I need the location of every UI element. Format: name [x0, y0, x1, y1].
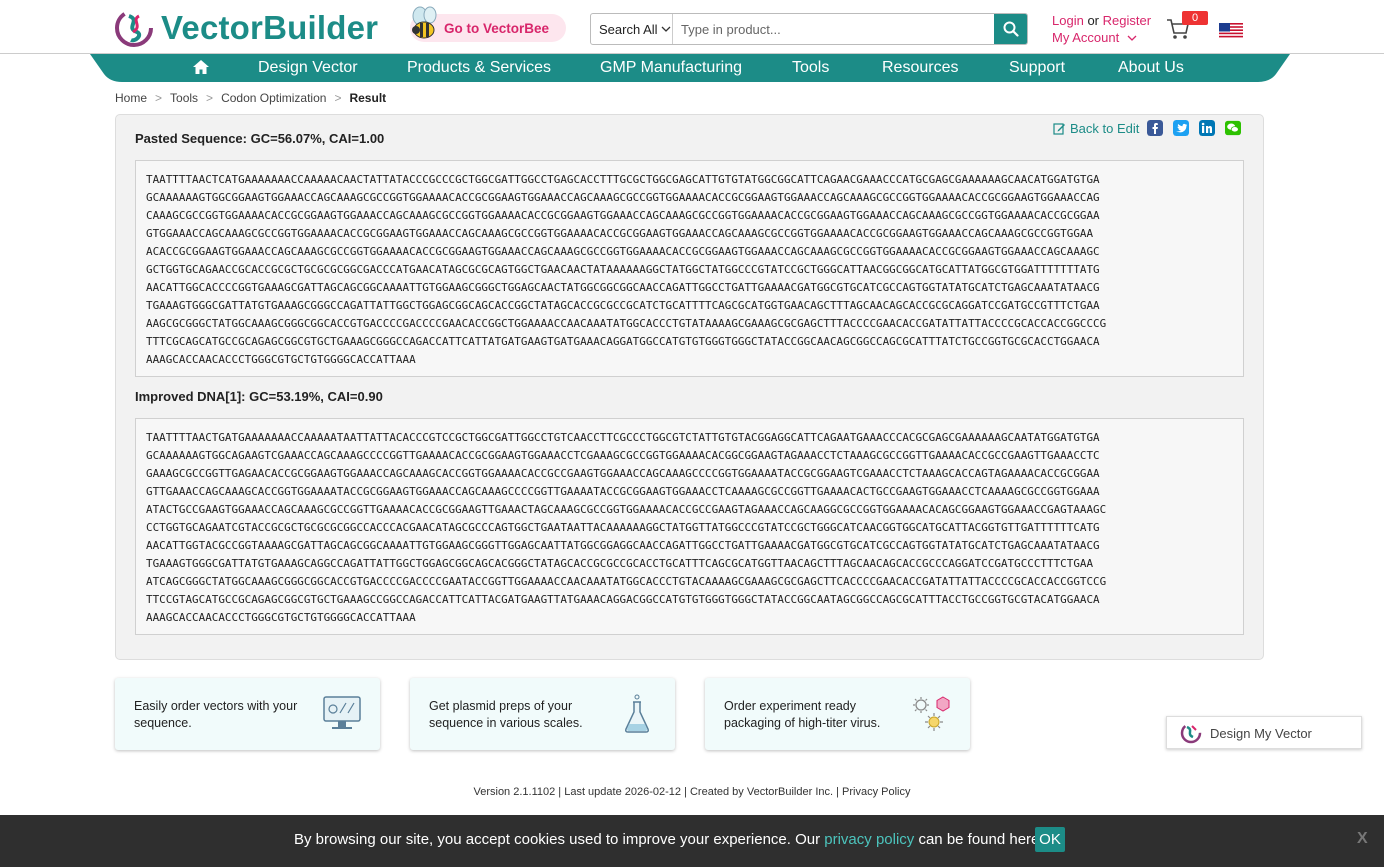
- virus-packaging-card[interactable]: Order experiment ready packaging of high…: [705, 678, 970, 750]
- order-vectors-card[interactable]: Easily order vectors with your sequence.: [115, 678, 380, 750]
- breadcrumb-current: Result: [349, 91, 387, 105]
- wechat-icon[interactable]: [1225, 120, 1241, 136]
- vectorbuilder-logo[interactable]: VectorBuilder: [113, 8, 378, 48]
- cookie-text: By browsing our site, you accept cookies…: [294, 831, 1044, 848]
- virus-icon: [913, 696, 950, 731]
- back-to-edit-link[interactable]: Back to Edit: [1053, 121, 1139, 136]
- close-icon[interactable]: X: [1357, 830, 1368, 848]
- breadcrumb-separator: >: [155, 91, 163, 105]
- search-scope-dropdown[interactable]: Search All: [591, 14, 673, 44]
- pasted-sequence-box: TAATTTTAACTCATGAAAAAAACCAAAAACAACTATTATA…: [135, 160, 1244, 377]
- plasmid-preps-card[interactable]: Get plasmid preps of your sequence in va…: [410, 678, 675, 750]
- nav-resources[interactable]: Resources: [882, 59, 958, 77]
- main-nav: Design Vector Products & Services GMP Ma…: [90, 54, 1290, 82]
- breadcrumb-tools[interactable]: Tools: [170, 91, 198, 105]
- sequence-line: TAATTTTAACTCATGAAAAAAACCAAAAACAACTATTATA…: [146, 173, 1100, 186]
- sequence-line: CCTGGTGCAGAATCGTACCGCGCTGCGCGCGGCCACCCAC…: [146, 521, 1100, 534]
- sequence-line: ATCAGCGGGCTATGGCAAAGCGGGCGGCACCGTGACCCCG…: [146, 575, 1107, 588]
- sequence-line: AACATTGGTACGCCGGTAAAAGCGATTAGCAGCGGCAAAA…: [146, 539, 1100, 552]
- card-text: Order experiment ready packaging of high…: [724, 699, 881, 730]
- sequence-line: TTCCGTAGCATGCCGCAGAGCGGCGTGCTGAAAGCCGGCC…: [146, 593, 1100, 606]
- register-link[interactable]: Register: [1103, 13, 1151, 28]
- breadcrumb-separator: >: [206, 91, 214, 105]
- my-account-menu[interactable]: My Account: [1052, 29, 1151, 46]
- breadcrumb: Home > Tools > Codon Optimization > Result: [115, 91, 386, 105]
- back-to-edit-label: Back to Edit: [1070, 121, 1140, 136]
- pasted-sequence-title: Pasted Sequence: GC=56.07%, CAI=1.00: [135, 131, 385, 146]
- nav-about-us[interactable]: About Us: [1118, 59, 1184, 77]
- bee-icon: [412, 6, 437, 39]
- cookie-ok-button[interactable]: OK: [1035, 827, 1065, 852]
- card-text: Easily order vectors with your sequence.: [134, 699, 298, 730]
- design-my-vector-button[interactable]: Design My Vector: [1166, 716, 1362, 749]
- sequence-line: AAGCGCGGGCTATGGCAAAGCGGGCGGCACCGTGACCCCG…: [146, 317, 1107, 330]
- search-icon: [1003, 21, 1019, 37]
- card-text: Get plasmid preps of your sequence in va…: [429, 699, 583, 730]
- account-area: Login or Register My Account: [1052, 12, 1151, 46]
- cart-count-badge: 0: [1182, 11, 1208, 25]
- sequence-line: ATACTGCCGAAGTGGAAACCAGCAAAGCGCCGGTTGAAAA…: [146, 503, 1107, 516]
- home-icon[interactable]: [192, 59, 210, 75]
- design-vector-icon: [1180, 722, 1202, 744]
- nav-products-services[interactable]: Products & Services: [407, 59, 551, 77]
- chevron-down-icon: [661, 26, 671, 32]
- search-button[interactable]: [994, 14, 1027, 44]
- vectorbee-label: Go to VectorBee: [444, 21, 550, 36]
- sequence-line: AAAGCACCAACACCCTGGGCGTGCTGTGGGGCACCATTAA…: [146, 611, 416, 624]
- breadcrumb-home[interactable]: Home: [115, 91, 147, 105]
- cookie-text-before: By browsing our site, you accept cookies…: [294, 831, 821, 848]
- sequence-line: GCAAAAAAGTGGCAGAAGTCGAAACCAGCAAAGCCCCGGT…: [146, 449, 1100, 462]
- sequence-line: TGAAAGTGGGCGATTATGTGAAAGCAGGCCAGATTATTGG…: [146, 557, 1094, 570]
- nav-support[interactable]: Support: [1009, 59, 1065, 77]
- go-to-vectorbee-link[interactable]: Go to VectorBee: [410, 6, 566, 42]
- twitter-icon[interactable]: [1173, 120, 1189, 136]
- cookie-text-after: can be found here.: [918, 831, 1044, 848]
- search-scope-label: Search All: [599, 21, 658, 37]
- sequence-line: CAAAGCGCCGGTGGAAAACACCGCGGAAGTGGAAACCAGC…: [146, 209, 1100, 222]
- computer-vector-icon: [323, 696, 361, 729]
- sequence-line: ACACCGCGGAAGTGGAAACCAGCAAAGCGCCGGTGGAAAA…: [146, 245, 1100, 258]
- improved-dna-title: Improved DNA[1]: GC=53.19%, CAI=0.90: [135, 389, 383, 404]
- sequence-line: TAATTTTAACTGATGAAAAAAACCAAAAATAATTATTACA…: [146, 431, 1100, 444]
- search-input[interactable]: [673, 14, 994, 44]
- search-bar: Search All: [590, 13, 1028, 45]
- cookie-banner: By browsing our site, you accept cookies…: [0, 815, 1384, 867]
- footer-version-line: Version 2.1.1102 | Last update 2026-02-1…: [473, 786, 911, 798]
- privacy-policy-link[interactable]: privacy policy: [824, 831, 914, 848]
- facebook-icon[interactable]: [1147, 120, 1163, 136]
- sequence-line: TGAAAGTGGGCGATTATGTGAAAGCGGGCCAGATTATTGG…: [146, 299, 1100, 312]
- sequence-line: GAAAGCGCCGGTTGAGAACACCGCGGAAGTGGAAACCAGC…: [146, 467, 1100, 480]
- sequence-line: AAAGCACCAACACCCTGGGCGTGCTGTGGGGCACCATTAA…: [146, 353, 416, 366]
- login-link[interactable]: Login: [1052, 13, 1084, 28]
- us-flag-icon[interactable]: [1219, 23, 1243, 39]
- nav-design-vector[interactable]: Design Vector: [258, 59, 358, 77]
- logo-text: VectorBuilder: [161, 9, 379, 46]
- linkedin-icon[interactable]: [1199, 120, 1215, 136]
- chevron-down-icon: [1127, 35, 1137, 41]
- edit-icon: [1053, 123, 1065, 135]
- sequence-line: GCTGGTGCAGAACCGCACCGCGCTGCGCGCGGCGACCCAT…: [146, 263, 1100, 276]
- breadcrumb-separator: >: [334, 91, 342, 105]
- nav-tools[interactable]: Tools: [792, 59, 829, 77]
- flask-icon: [625, 694, 649, 733]
- sequence-line: GTTGAAACCAGCAAAGCACCGGTGGAAAATACCGCGGAAG…: [146, 485, 1100, 498]
- my-account-label: My Account: [1052, 30, 1120, 45]
- sequence-line: GCAAAAAAGTGGCGGAAGTGGAAACCAGCAAAGCGCCGGT…: [146, 191, 1100, 204]
- breadcrumb-codon-optimization[interactable]: Codon Optimization: [221, 91, 326, 105]
- or-text: or: [1087, 13, 1099, 28]
- nav-gmp-manufacturing[interactable]: GMP Manufacturing: [600, 59, 742, 77]
- sequence-line: TTTCGCAGCATGCCGCAGAGCGGCGTGCTGAAAGCGGGCC…: [146, 335, 1100, 348]
- sequence-line: AACATTGGCACCCCGGTGAAAGCGATTAGCAGCGGCAAAA…: [146, 281, 1100, 294]
- logo-mark-icon: [115, 9, 153, 47]
- improved-dna-box: TAATTTTAACTGATGAAAAAAACCAAAAATAATTATTACA…: [135, 418, 1244, 635]
- site-header: VectorBuilder Go to VectorBee Search All…: [0, 0, 1384, 54]
- design-my-vector-label: Design My Vector: [1210, 726, 1312, 741]
- sequence-line: GTGGAAACCAGCAAAGCGCCGGTGGAAAACACCGCGGAAG…: [146, 227, 1094, 240]
